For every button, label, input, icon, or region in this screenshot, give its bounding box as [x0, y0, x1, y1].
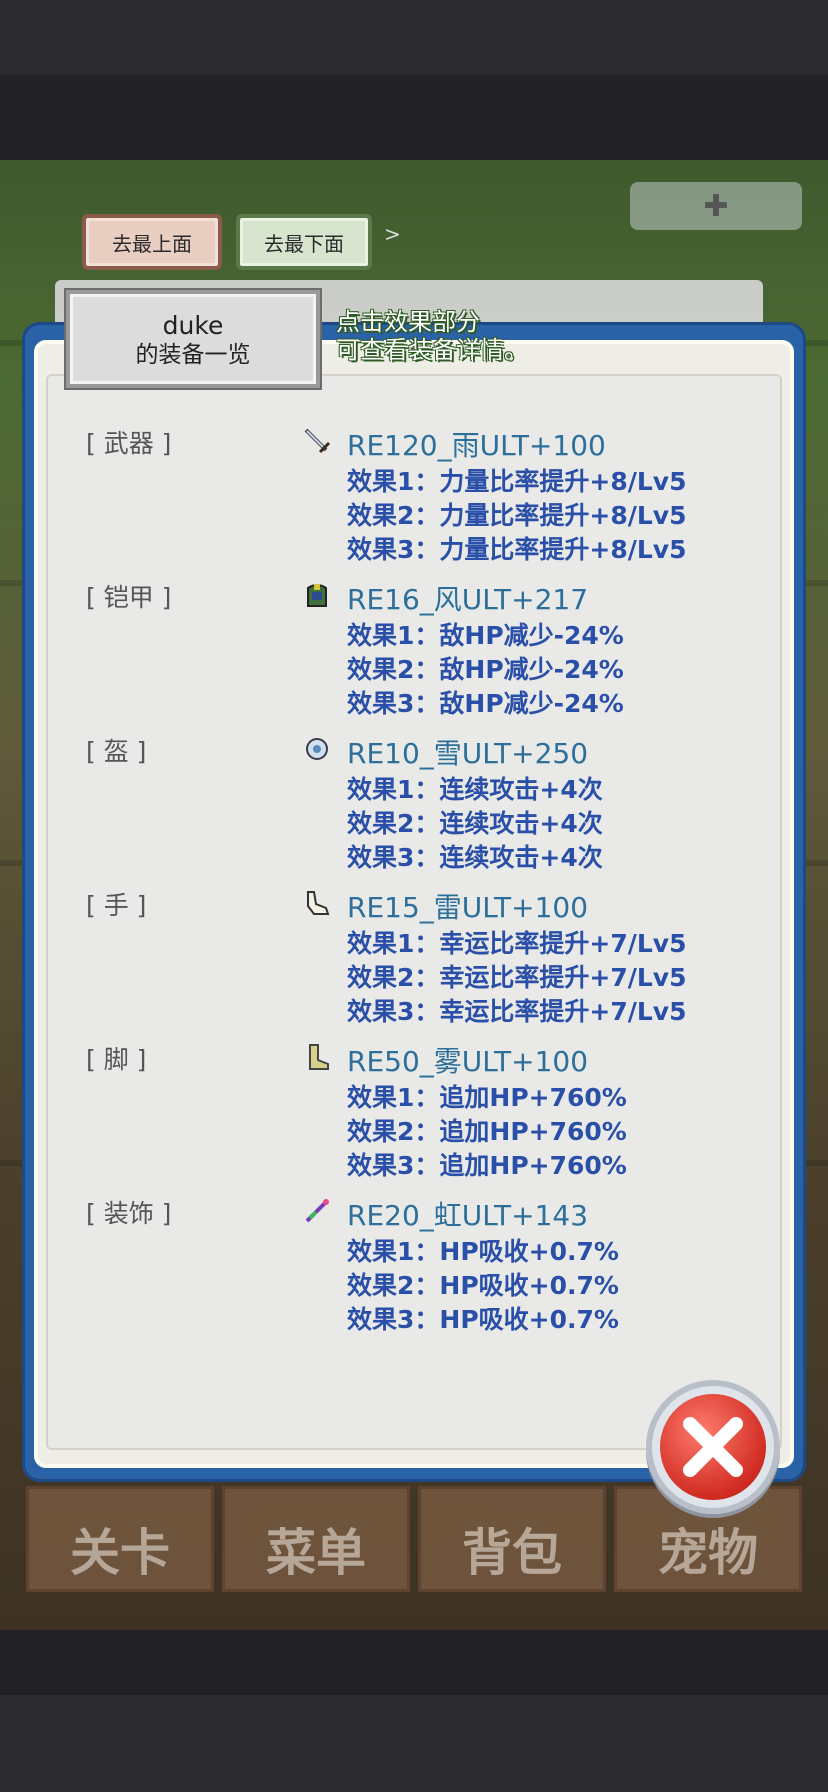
- tab-stage[interactable]: 关卡: [26, 1486, 214, 1592]
- item-name-accessory[interactable]: RE20_虹ULT+143: [347, 1194, 588, 1234]
- effect-accessory-3[interactable]: 效果3：HP吸收+0.7%: [347, 1300, 619, 1336]
- boot-icon: [309, 1044, 329, 1070]
- effect-weapon-1[interactable]: 效果1：力量比率提升+8/Lv5: [347, 462, 687, 498]
- effect-armor-1[interactable]: 效果1：敌HP减少-24%: [347, 616, 624, 652]
- effect-accessory-2[interactable]: 效果2：HP吸收+0.7%: [347, 1266, 619, 1302]
- effect-boot-1[interactable]: 效果1：追加HP+760%: [347, 1078, 627, 1114]
- effect-glove-2[interactable]: 效果2：幸运比率提升+7/Lv5: [347, 958, 687, 994]
- equipment-list-title: 的装备一览: [135, 342, 251, 368]
- hint-line-1: 点击效果部分: [336, 308, 480, 336]
- effect-glove-1[interactable]: 效果1：幸运比率提升+7/Lv5: [347, 924, 687, 960]
- effect-accessory-1[interactable]: 效果1：HP吸收+0.7%: [347, 1232, 619, 1268]
- effect-glove-3[interactable]: 效果3：幸运比率提升+7/Lv5: [347, 992, 687, 1028]
- close-icon: [660, 1394, 766, 1500]
- tab-bag[interactable]: 背包: [418, 1486, 606, 1592]
- effect-helmet-3[interactable]: 效果3：连续攻击+4次: [347, 838, 603, 874]
- top-spacer: [0, 75, 828, 160]
- effect-boot-3[interactable]: 效果3：追加HP+760%: [347, 1146, 627, 1182]
- item-name-weapon[interactable]: RE120_雨ULT+100: [347, 424, 606, 464]
- accessory-icon: [305, 1199, 329, 1223]
- close-button[interactable]: [646, 1380, 780, 1514]
- item-name-boot[interactable]: RE50_雾ULT+100: [347, 1040, 588, 1080]
- go-to-top-button[interactable]: 去最上面: [82, 214, 222, 270]
- armor-icon: [307, 584, 327, 607]
- effect-armor-3[interactable]: 效果3：敌HP减少-24%: [347, 684, 624, 720]
- effect-weapon-2[interactable]: 效果2：力量比率提升+8/Lv5: [347, 496, 687, 532]
- hint-text: 点击效果部分 可查看装备详情。: [336, 308, 528, 364]
- player-name: duke: [162, 311, 224, 340]
- arrow-label: >: [384, 222, 401, 246]
- item-name-armor[interactable]: RE16_风ULT+217: [347, 578, 588, 618]
- effect-boot-2[interactable]: 效果2：追加HP+760%: [347, 1112, 627, 1148]
- player-name-tab: duke 的装备一览: [66, 290, 320, 388]
- navigation-bar: [0, 1695, 828, 1792]
- slot-boot-label: [ 脚 ]: [86, 1045, 147, 1074]
- item-name-helmet[interactable]: RE10_雪ULT+250: [347, 732, 588, 772]
- effect-weapon-3[interactable]: 效果3：力量比率提升+8/Lv5: [347, 530, 687, 566]
- sword-icon: [304, 428, 331, 454]
- helmet-icon: [306, 738, 328, 760]
- effect-helmet-1[interactable]: 效果1：连续攻击+4次: [347, 770, 603, 806]
- item-name-glove[interactable]: RE15_雷ULT+100: [347, 886, 588, 926]
- slot-helmet-label: [ 盔 ]: [86, 737, 147, 766]
- status-bar: [0, 0, 828, 75]
- hint-line-2: 可查看装备详情。: [336, 336, 528, 364]
- slot-accessory-label: [ 装饰 ]: [86, 1199, 172, 1228]
- slot-armor-label: [ 铠甲 ]: [86, 583, 172, 612]
- slot-weapon-label: [ 武器 ]: [86, 429, 172, 458]
- effect-helmet-2[interactable]: 效果2：连续攻击+4次: [347, 804, 603, 840]
- tab-menu[interactable]: 菜单: [222, 1486, 410, 1592]
- go-to-bottom-button[interactable]: 去最下面: [236, 214, 372, 270]
- glove-icon: [307, 891, 330, 915]
- effect-armor-2[interactable]: 效果2：敌HP减少-24%: [347, 650, 624, 686]
- plus-icon[interactable]: ✚: [630, 182, 802, 230]
- slot-glove-label: [ 手 ]: [86, 891, 147, 920]
